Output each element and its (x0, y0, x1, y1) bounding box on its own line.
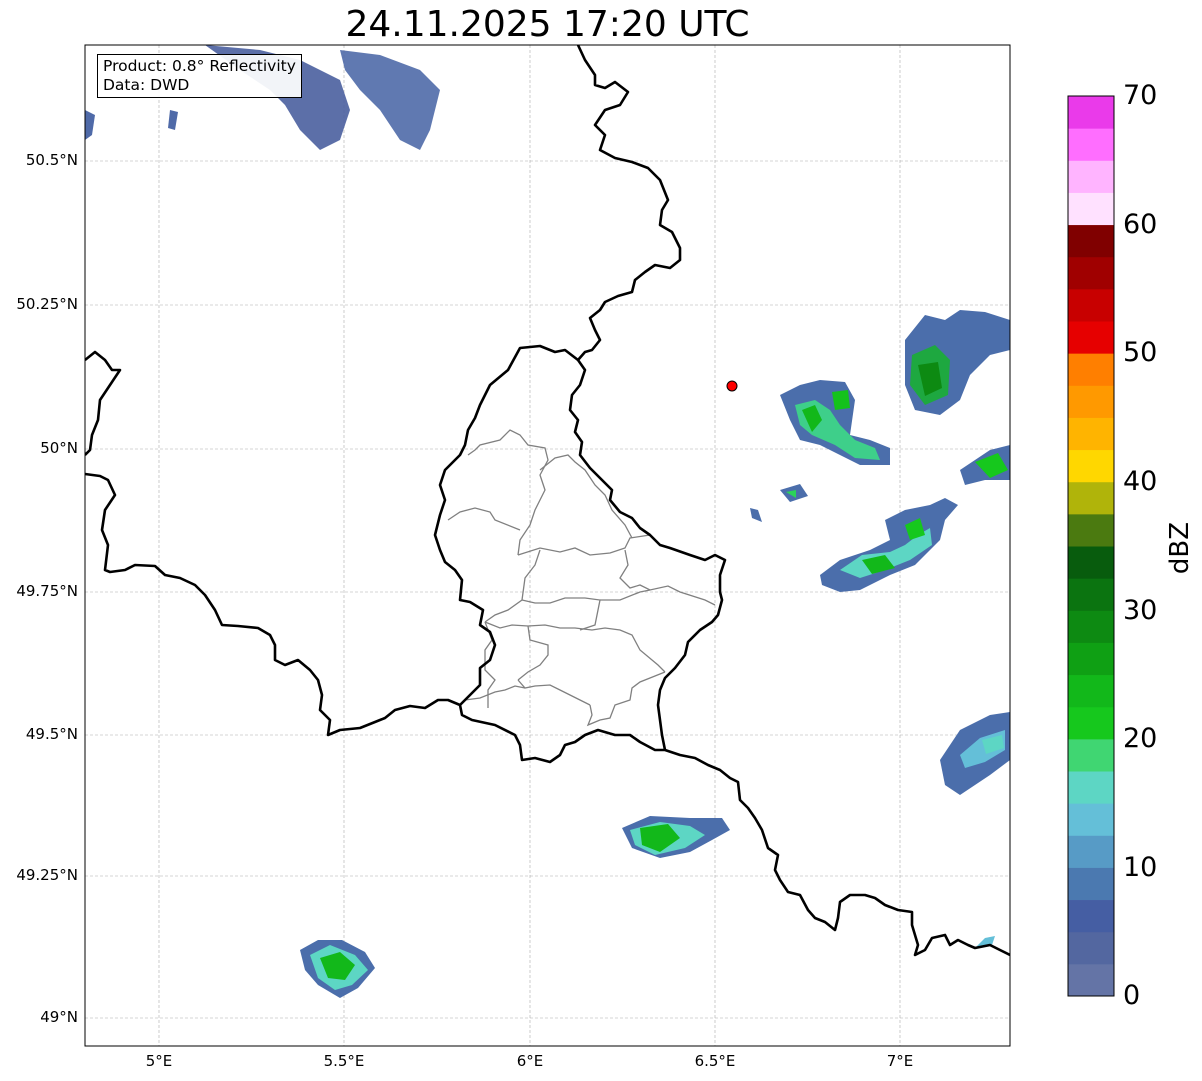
colorbar-segment (1068, 449, 1114, 483)
colorbar-label: dBZ (1165, 521, 1195, 575)
lat-tick: 49.25°N (16, 866, 78, 884)
radar-site-marker (726, 380, 738, 392)
lat-tick: 49.75°N (16, 582, 78, 600)
data-source-label: Data: DWD (103, 76, 190, 94)
colorbar-segment (1068, 96, 1114, 129)
lat-tick: 50°N (40, 439, 78, 457)
lat-tick: 50.25°N (16, 295, 78, 313)
lon-tick: 5.5°E (323, 1052, 365, 1070)
colorbar-segment (1068, 835, 1114, 868)
lat-tick: 49.5°N (25, 725, 78, 743)
colorbar-segment (1068, 963, 1114, 997)
colorbar-segment (1068, 706, 1114, 740)
colorbar-tick: 20 (1123, 723, 1158, 754)
colorbar-segment (1068, 481, 1114, 515)
colorbar-segment (1068, 642, 1114, 676)
colorbar-segment (1068, 513, 1114, 547)
colorbar-segment (1068, 546, 1114, 579)
colorbar-tick: 50 (1123, 337, 1158, 368)
colorbar-segment (1068, 931, 1114, 965)
lat-tick: 50.5°N (25, 151, 78, 169)
colorbar-segment (1068, 353, 1114, 386)
colorbar-tick: 30 (1123, 595, 1158, 626)
colorbar-segment (1068, 738, 1114, 772)
colorbar-segment (1068, 899, 1114, 933)
colorbar-segment (1068, 128, 1114, 161)
lat-tick: 49°N (40, 1008, 78, 1026)
colorbar-segment (1068, 288, 1114, 322)
colorbar-segment (1068, 578, 1114, 611)
colorbar-segment (1068, 674, 1114, 708)
colorbar-segment (1068, 867, 1114, 901)
colorbar-segment (1068, 771, 1114, 804)
colorbar-tick: 60 (1123, 209, 1158, 240)
colorbar-tick: 0 (1123, 980, 1141, 1011)
colorbar-segment (1068, 224, 1114, 258)
radar-map (84, 44, 1115, 1047)
lon-tick: 6°E (516, 1052, 544, 1070)
colorbar-segment (1068, 321, 1114, 354)
colorbar-tick: 40 (1123, 466, 1158, 497)
product-label: Product: 0.8° Reflectivity (103, 57, 296, 75)
colorbar-segment (1068, 385, 1114, 418)
lon-tick: 5°E (145, 1052, 173, 1070)
colorbar-segment (1068, 417, 1114, 451)
colorbar-segment (1068, 610, 1114, 643)
colorbar-segment (1068, 803, 1114, 836)
lon-tick: 7°E (886, 1052, 914, 1070)
info-box: Product: 0.8° Reflectivity Data: DWD (97, 54, 302, 98)
colorbar-segment (1068, 160, 1114, 193)
colorbar-tick: 10 (1123, 852, 1158, 883)
colorbar-segment (1068, 192, 1114, 226)
colorbar (1068, 96, 1114, 997)
colorbar-tick: 70 (1123, 80, 1158, 111)
colorbar-segment (1068, 256, 1114, 290)
lon-tick: 6.5°E (694, 1052, 736, 1070)
